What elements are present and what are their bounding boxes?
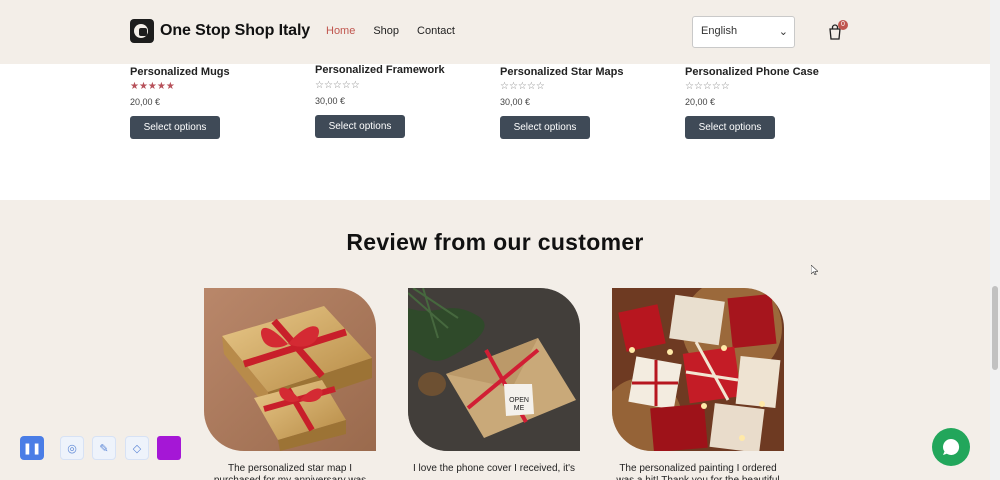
review-image: [612, 288, 784, 451]
product-name[interactable]: Personalized Phone Case: [685, 66, 819, 78]
color-swatch-icon[interactable]: [157, 436, 181, 460]
review-image: [204, 288, 376, 451]
brand-logo[interactable]: One Stop Shop Italy: [130, 19, 310, 43]
review-text: The personalized painting I ordered was …: [616, 463, 779, 480]
nav-contact[interactable]: Contact: [417, 25, 455, 37]
pen-icon[interactable]: ✎: [92, 436, 116, 460]
product-name[interactable]: Personalized Mugs: [130, 66, 230, 78]
scrollbar-thumb[interactable]: [992, 286, 998, 370]
nav-shop[interactable]: Shop: [373, 25, 399, 37]
product-price: 20,00 €: [130, 97, 161, 107]
pause-icon[interactable]: ❚❚: [20, 436, 44, 460]
fingerprint-icon[interactable]: ◎: [60, 436, 84, 460]
language-select[interactable]: English ⌄: [692, 16, 795, 48]
scrollbar-track[interactable]: [990, 0, 1000, 480]
product-name[interactable]: Personalized Star Maps: [500, 66, 624, 78]
product-price: 20,00 €: [685, 97, 716, 107]
product-strip: Personalized Mugs ★★★★★ 20,00 € Select o…: [0, 64, 990, 200]
svg-text:OPEN: OPEN: [509, 397, 529, 404]
rating-stars: ★★★★★: [130, 81, 175, 92]
product-price: 30,00 €: [315, 96, 346, 106]
select-options-button[interactable]: Select options: [130, 116, 220, 139]
review-text: The personalized star map I purchased fo…: [214, 463, 366, 480]
logo-icon: [130, 19, 154, 43]
nav-home[interactable]: Home: [326, 25, 355, 37]
mouse-cursor-icon: [811, 265, 818, 275]
eraser-icon[interactable]: ◇: [125, 436, 149, 460]
select-options-button[interactable]: Select options: [685, 116, 775, 139]
review-image: OPEN ME: [408, 288, 580, 451]
chevron-down-icon: ⌄: [778, 26, 788, 38]
select-options-button[interactable]: Select options: [315, 115, 405, 138]
language-value: English: [701, 25, 738, 37]
main-nav: Home Shop Contact: [326, 25, 455, 37]
select-options-button[interactable]: Select options: [500, 116, 590, 139]
product-price: 30,00 €: [500, 97, 531, 107]
brand-name: One Stop Shop Italy: [160, 22, 311, 39]
rating-stars: ☆☆☆☆☆: [315, 80, 360, 91]
reviews-heading: Review from our customer: [346, 229, 644, 255]
rating-stars: ☆☆☆☆☆: [685, 81, 730, 92]
rating-stars: ☆☆☆☆☆: [500, 81, 545, 92]
site-header: One Stop Shop Italy Home Shop Contact En…: [0, 0, 990, 64]
chat-icon[interactable]: [932, 428, 970, 466]
review-text: I love the phone cover I received, it's: [413, 463, 575, 474]
svg-text:ME: ME: [514, 405, 525, 412]
cart-count-badge: 0: [838, 20, 848, 30]
product-name[interactable]: Personalized Framework: [315, 64, 445, 76]
